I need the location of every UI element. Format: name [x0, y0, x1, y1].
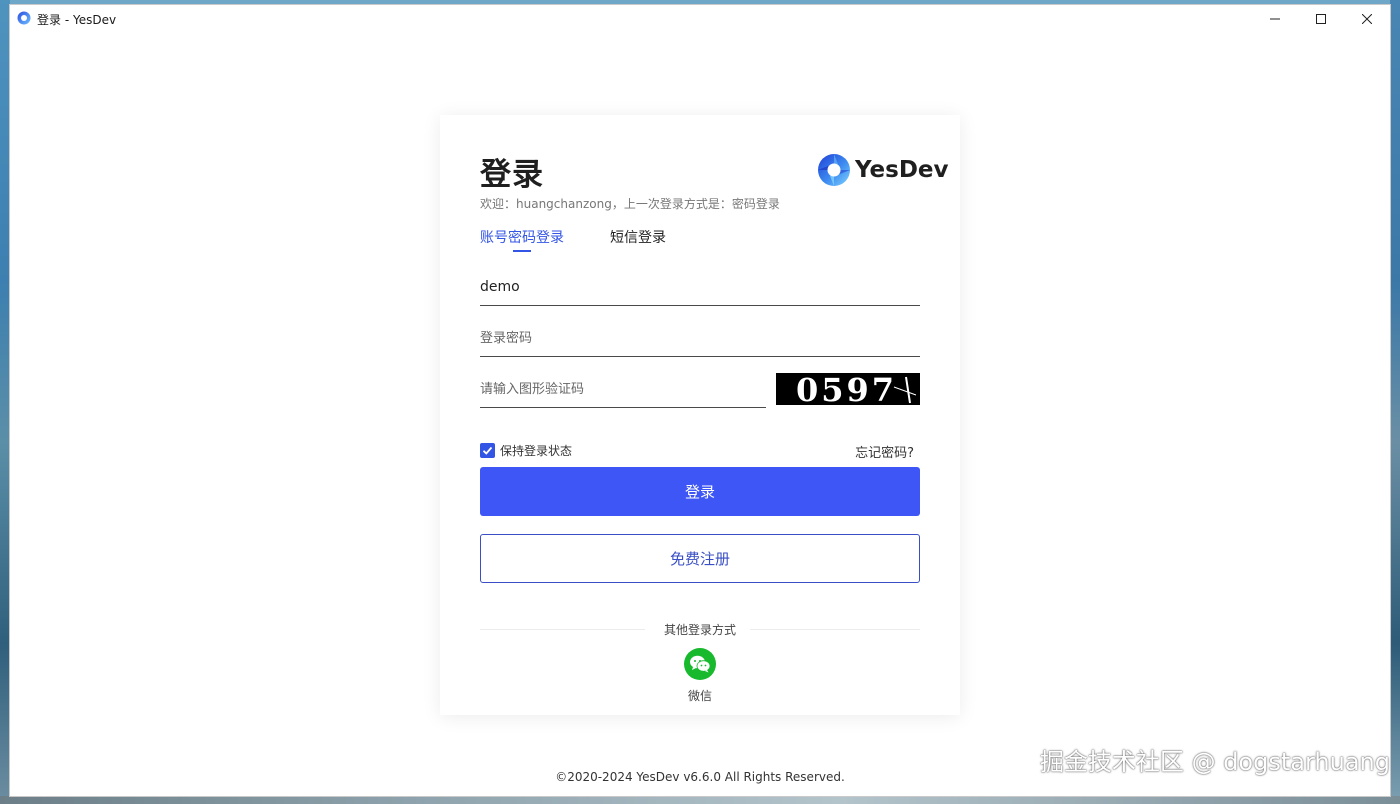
- active-tab-indicator: [513, 250, 531, 252]
- remember-login[interactable]: 保持登录状态: [480, 442, 572, 459]
- maximize-button[interactable]: [1298, 5, 1344, 33]
- wechat-icon: [690, 655, 711, 673]
- captcha-input[interactable]: [480, 373, 766, 405]
- brand-name: YesDev: [855, 157, 949, 183]
- desktop-background-bottom: [0, 796, 1400, 804]
- captcha-graphic: 0597: [796, 373, 917, 405]
- minimize-button[interactable]: [1252, 5, 1298, 33]
- welcome-text: 欢迎：huangchanzong，上一次登录方式是：密码登录: [480, 197, 780, 211]
- maximize-icon: [1316, 14, 1326, 24]
- brand: YesDev: [817, 153, 949, 187]
- captcha-text: 0597: [796, 373, 897, 405]
- password-field: [480, 322, 920, 357]
- close-icon: [1362, 14, 1372, 24]
- remember-checkbox[interactable]: [480, 443, 495, 458]
- yesdev-logo-icon: [818, 154, 850, 186]
- username-input[interactable]: [480, 271, 920, 303]
- tab-sms[interactable]: 短信登录: [610, 227, 666, 247]
- app-logo-icon: [17, 11, 31, 25]
- username-field: [480, 271, 920, 306]
- app-window: 登录 - YesDev 登录 YesDev 欢迎：huangchanzong，上…: [10, 5, 1390, 796]
- login-card: 登录 YesDev 欢迎：huangchanzong，上一次登录方式是：密码登录…: [440, 115, 960, 715]
- minimize-icon: [1270, 18, 1280, 20]
- password-input[interactable]: [480, 322, 920, 354]
- desktop-background-left: [0, 0, 10, 804]
- title-bar[interactable]: 登录 - YesDev: [10, 5, 1390, 33]
- register-button[interactable]: 免费注册: [480, 534, 920, 583]
- forgot-password-link[interactable]: 忘记密码?: [855, 442, 914, 461]
- wechat-login-button[interactable]: [684, 648, 716, 680]
- tab-account-password[interactable]: 账号密码登录: [480, 227, 564, 247]
- check-icon: [482, 446, 493, 455]
- remember-label: 保持登录状态: [500, 444, 573, 458]
- captcha-field: [480, 373, 766, 408]
- page-title: 登录: [480, 157, 544, 193]
- other-methods-divider: 其他登录方式: [480, 621, 920, 637]
- login-button[interactable]: 登录: [480, 467, 920, 516]
- close-button[interactable]: [1344, 5, 1390, 33]
- watermark: 掘金技术社区 @ dogstarhuang: [1039, 748, 1390, 776]
- window-title: 登录 - YesDev: [37, 13, 117, 27]
- desktop-background-right: [1390, 0, 1400, 804]
- captcha-image[interactable]: 0597: [776, 373, 920, 405]
- wechat-label: 微信: [687, 689, 712, 703]
